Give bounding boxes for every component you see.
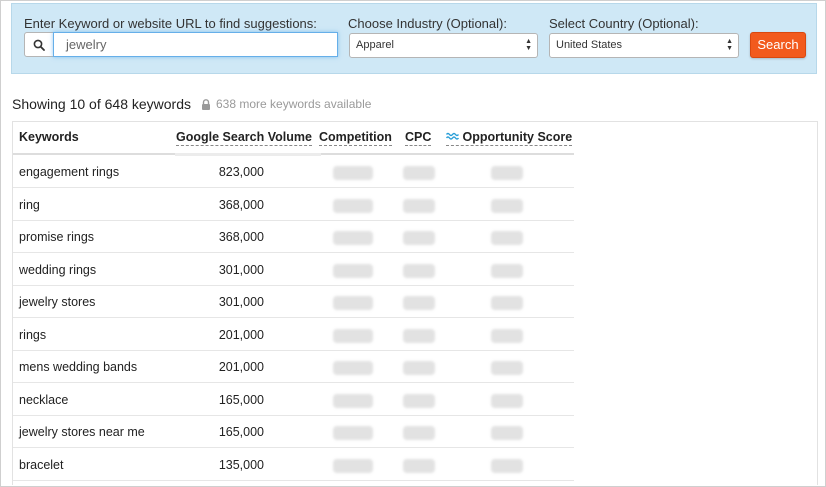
column-header-search-volume[interactable]: Google Search Volume [176, 130, 312, 146]
keyword-cell: mens wedding bands [19, 360, 138, 374]
keyword-cell: engagement rings [19, 165, 120, 179]
keyword-label: Enter Keyword or website URL to find sug… [24, 16, 317, 31]
country-select[interactable]: United States ▲ ▼ [549, 33, 739, 58]
keyword-input-group: jewelry [24, 32, 338, 57]
keyword-cell: jewelry stores [19, 295, 96, 309]
search-volume-cell: 201,000 [218, 360, 264, 374]
more-keywords-text: 638 more keywords available [216, 97, 372, 111]
lock-icon [202, 98, 210, 110]
table-row[interactable]: jewelry stores 301,000 [13, 286, 574, 318]
opportunity-score-cell-blurred [491, 198, 523, 213]
cpc-cell-blurred [403, 231, 435, 245]
column-header-competition[interactable]: Competition [319, 130, 392, 146]
cpc-cell-blurred [403, 393, 435, 408]
opportunity-score-cell-blurred [491, 361, 523, 375]
search-volume-cell: 165,000 [218, 425, 264, 439]
wave-icon [445, 132, 460, 140]
competition-cell-blurred [333, 263, 373, 278]
search-volume-cell: 368,000 [218, 197, 264, 212]
column-header-opportunity-score[interactable]: Opportunity Score [445, 130, 573, 146]
industry-label: Choose Industry (Optional): [348, 16, 507, 31]
select-arrows-icon: ▲ ▼ [726, 38, 733, 52]
industry-select-value: Apparel [356, 39, 394, 51]
column-header-keywords[interactable]: Keywords [19, 130, 79, 144]
country-select-value: United States [556, 39, 623, 51]
cpc-cell-blurred [403, 426, 435, 440]
keyword-cell: jewelry stores near me [19, 425, 145, 439]
search-volume-cell: 823,000 [218, 165, 264, 179]
search-volume-cell: 368,000 [218, 230, 264, 244]
opportunity-score-cell-blurred [491, 231, 523, 245]
search-volume-cell: 301,000 [218, 295, 264, 309]
table-row[interactable]: ring 368,000 [13, 189, 574, 221]
search-panel: Enter Keyword or website URL to find sug… [11, 3, 817, 74]
industry-select[interactable]: Apparel ▲ ▼ [349, 33, 538, 58]
cpc-cell-blurred [403, 296, 435, 310]
keyword-input[interactable]: jewelry [53, 32, 338, 57]
search-volume-cell: 201,000 [218, 327, 264, 342]
opportunity-score-cell-blurred [491, 296, 523, 310]
opportunity-score-cell-blurred [491, 393, 523, 408]
keyword-cell: ring [19, 197, 40, 212]
select-arrows-icon: ▲ ▼ [525, 38, 532, 52]
cpc-cell-blurred [403, 263, 435, 278]
table-row[interactable]: wedding rings 301,000 [13, 254, 574, 286]
competition-cell-blurred [333, 231, 373, 245]
keyword-cell: wedding rings [19, 262, 97, 277]
keyword-cell: promise rings [19, 230, 95, 244]
competition-cell-blurred [333, 166, 373, 180]
competition-cell-blurred [333, 458, 373, 473]
cpc-cell-blurred [403, 166, 435, 180]
table-row[interactable]: engagement rings 823,000 [13, 156, 574, 188]
competition-cell-blurred [333, 198, 373, 213]
opportunity-score-cell-blurred [491, 263, 523, 278]
opportunity-score-cell-blurred [491, 328, 523, 343]
table-row[interactable]: rings 201,000 [13, 319, 574, 351]
table-row[interactable]: bracelet 135,000 [13, 449, 574, 481]
search-volume-cell: 165,000 [218, 392, 264, 407]
country-label: Select Country (Optional): [549, 16, 699, 31]
opportunity-score-cell-blurred [491, 426, 523, 440]
search-volume-cell: 135,000 [218, 457, 264, 472]
cpc-cell-blurred [403, 328, 435, 343]
keyword-cell: necklace [19, 392, 69, 407]
table-row[interactable]: promise rings 368,000 [13, 221, 574, 253]
column-header-cpc[interactable]: CPC [405, 130, 432, 146]
search-button[interactable]: Search [750, 32, 806, 58]
table-row[interactable]: jewelry stores near me 165,000 [13, 416, 574, 448]
keyword-cell: bracelet [19, 457, 64, 472]
competition-cell-blurred [333, 328, 373, 343]
opportunity-score-cell-blurred [491, 166, 523, 180]
opportunity-score-label: Opportunity Score [462, 130, 573, 144]
results-summary: Showing 10 of 648 keywords [12, 96, 191, 112]
opportunity-score-cell-blurred [491, 458, 523, 473]
cpc-cell-blurred [403, 198, 435, 213]
more-keywords-notice[interactable]: 638 more keywords available [201, 97, 371, 111]
keyword-cell: rings [19, 327, 47, 342]
competition-cell-blurred [333, 296, 373, 310]
table-row[interactable]: mens wedding bands 201,000 [13, 351, 574, 383]
table-row[interactable]: necklace 165,000 [13, 384, 574, 416]
competition-cell-blurred [333, 361, 373, 375]
cpc-cell-blurred [403, 361, 435, 375]
search-icon[interactable] [24, 32, 54, 57]
keywords-table: Keywords Google Search Volume Competitio… [12, 121, 818, 485]
competition-cell-blurred [333, 426, 373, 440]
competition-cell-blurred [333, 393, 373, 408]
search-volume-cell: 301,000 [218, 262, 264, 277]
cpc-cell-blurred [403, 458, 435, 473]
